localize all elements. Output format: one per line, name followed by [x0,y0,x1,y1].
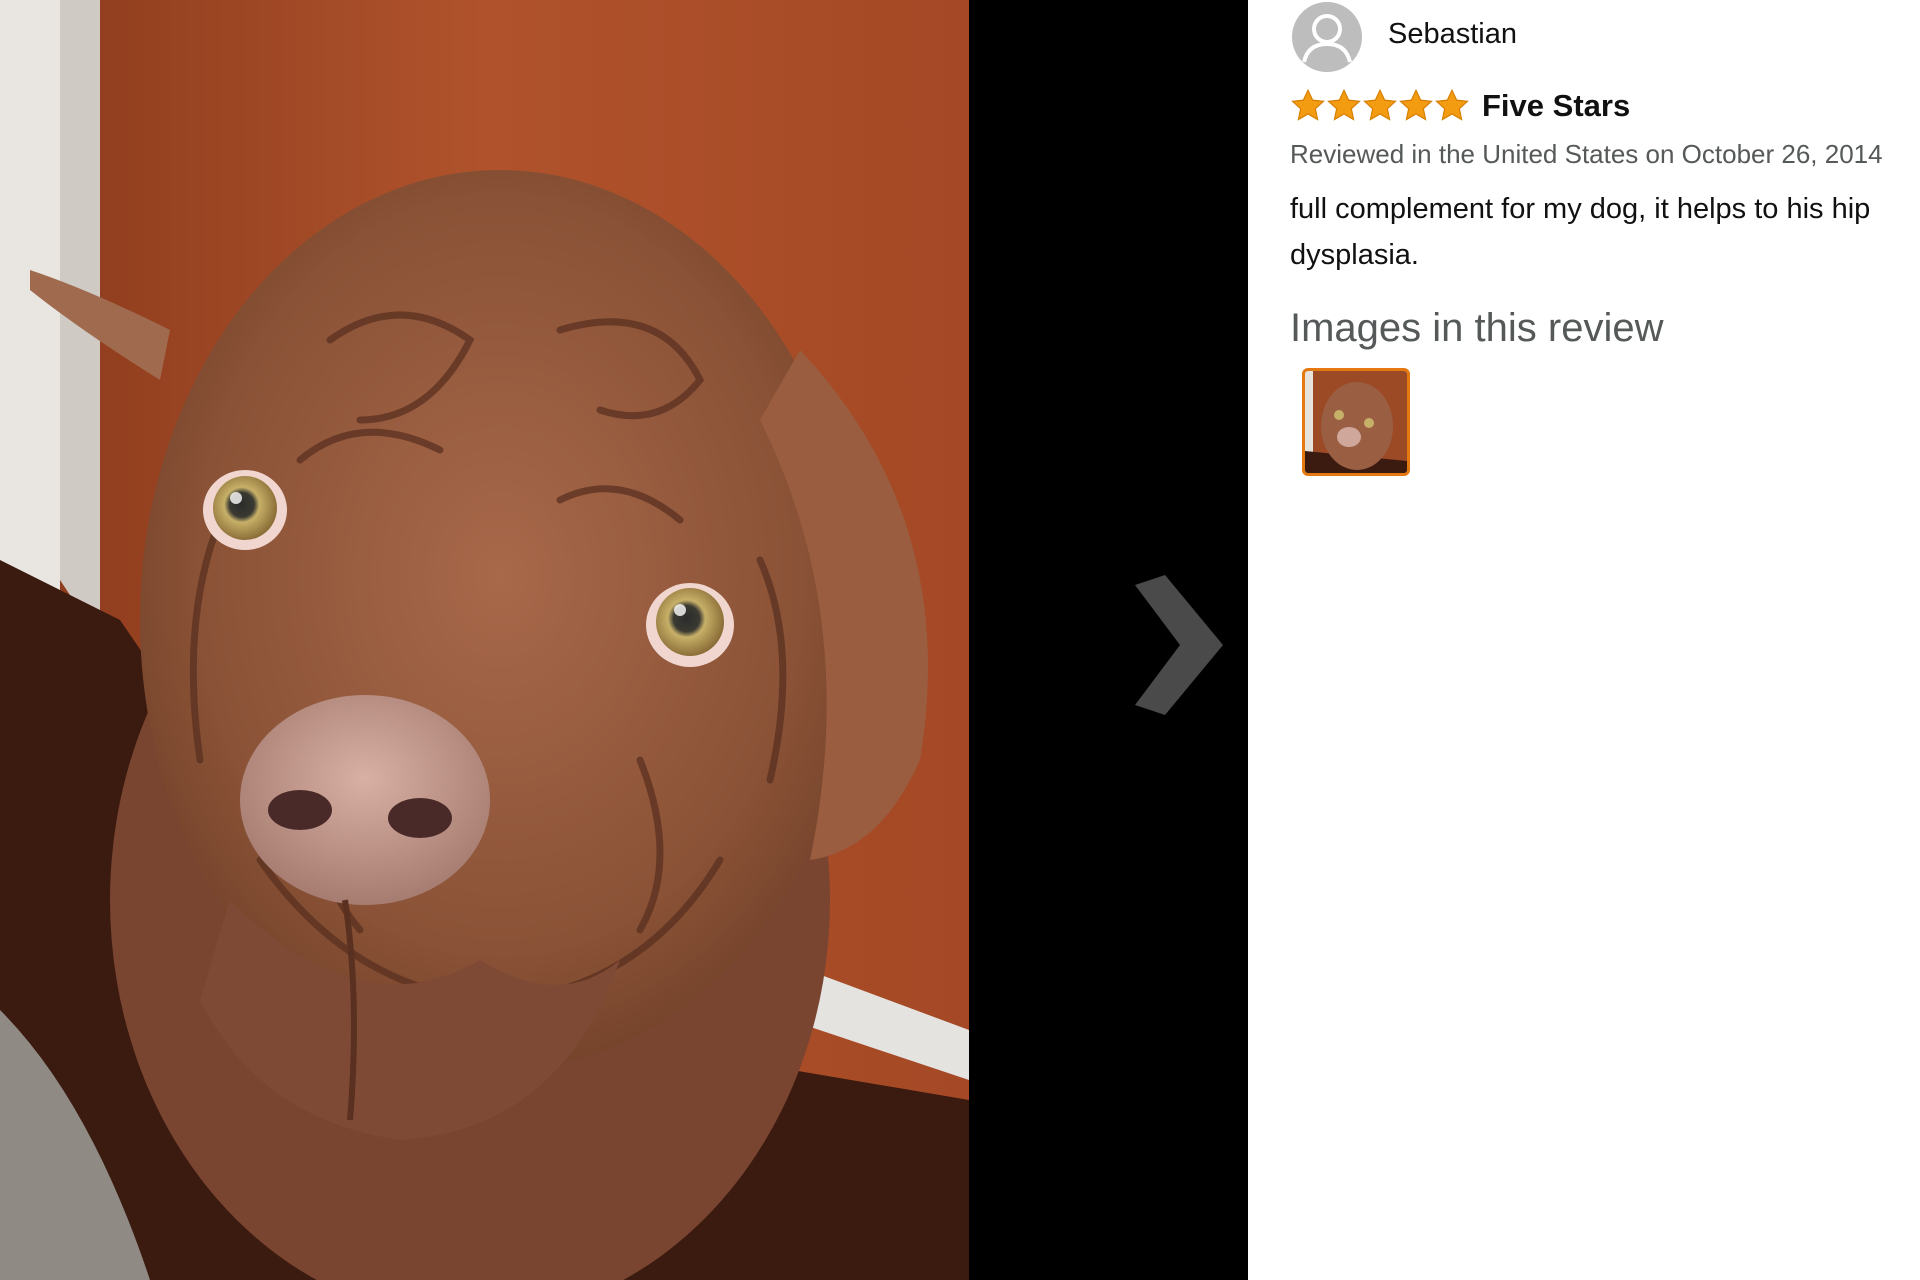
reviewer-name[interactable]: Sebastian [1388,18,1517,51]
star-icon [1327,88,1361,121]
image-viewer [0,0,1248,1280]
star-icon [1363,88,1397,121]
images-heading: Images in this review [1290,306,1664,350]
next-image-button[interactable] [1125,575,1235,715]
user-avatar-icon [1292,2,1362,72]
star-rating [1290,88,1470,124]
dog-photo [0,0,969,1280]
star-icon [1435,88,1469,121]
review-panel: Sebastian Five Stars Reviewed in the Uni… [1248,0,1920,1280]
review-image-thumbnail[interactable] [1302,368,1410,476]
chevron-right-icon [1135,575,1223,715]
review-text: full complement for my dog, it helps to … [1290,193,1871,271]
star-icon [1291,88,1325,121]
review-date: Reviewed in the United States on October… [1290,139,1883,169]
review-title[interactable]: Five Stars [1482,88,1630,124]
star-icon [1399,88,1433,121]
